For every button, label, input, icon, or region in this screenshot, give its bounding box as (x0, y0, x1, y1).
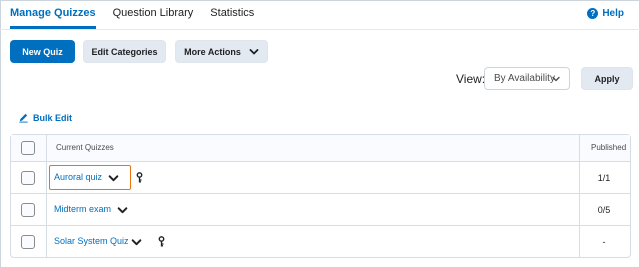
apply-button[interactable]: Apply (581, 67, 633, 90)
key-icon (136, 172, 143, 183)
pencil-icon (19, 113, 28, 123)
column-divider (46, 135, 47, 161)
column-divider (46, 194, 47, 225)
row-checkbox[interactable] (21, 235, 35, 249)
chevron-down-icon[interactable] (108, 173, 119, 184)
select-all-checkbox[interactable] (21, 141, 35, 155)
row-checkbox[interactable] (21, 203, 35, 217)
tab-bar: Manage Quizzes Question Library Statisti… (10, 0, 271, 29)
quiz-link[interactable]: Midterm exam (54, 204, 111, 214)
apply-label: Apply (594, 73, 620, 84)
chevron-down-icon[interactable] (131, 237, 142, 248)
quiz-link[interactable]: Auroral quiz (54, 172, 102, 182)
tab-divider (0, 29, 640, 30)
new-quiz-label: New Quiz (22, 46, 63, 57)
current-quizzes-header: Current Quizzes (56, 143, 114, 152)
column-divider (579, 135, 580, 161)
tab-question-library[interactable]: Question Library (113, 0, 194, 29)
quiz-link[interactable]: Solar System Quiz (54, 236, 129, 246)
chevron-down-icon[interactable] (117, 205, 128, 216)
tab-manage-quizzes[interactable]: Manage Quizzes (10, 0, 96, 29)
help-link[interactable]: ? Help (587, 8, 624, 19)
more-actions-label: More Actions (184, 46, 241, 57)
view-label: View: (456, 72, 486, 86)
bulk-edit-link[interactable]: Bulk Edit (18, 112, 72, 123)
table-header-row: Current Quizzes Published (11, 135, 630, 161)
column-divider (46, 162, 47, 193)
published-value: 0/5 (597, 205, 611, 215)
edit-categories-label: Edit Categories (91, 46, 158, 57)
published-value: 1/1 (597, 173, 611, 183)
view-select-value: By Availability (494, 73, 555, 84)
chevron-down-icon (552, 76, 560, 82)
column-divider (46, 226, 47, 257)
table-row: Auroral quiz 1/1 (11, 161, 630, 193)
published-value: - (602, 237, 606, 247)
new-quiz-button[interactable]: New Quiz (10, 40, 75, 63)
bulk-edit-label: Bulk Edit (33, 112, 73, 123)
edit-categories-button[interactable]: Edit Categories (83, 40, 166, 63)
tab-statistics[interactable]: Statistics (210, 0, 254, 29)
help-label: Help (602, 8, 624, 19)
chevron-down-icon (249, 48, 259, 54)
key-icon (158, 236, 165, 247)
view-select[interactable]: By Availability (484, 67, 570, 90)
row-checkbox[interactable] (21, 171, 35, 185)
more-actions-button[interactable]: More Actions (175, 40, 268, 63)
help-circle-icon: ? (587, 8, 599, 19)
quizzes-table: Current Quizzes Published Auroral quiz 1… (10, 134, 631, 258)
table-row: Midterm exam 0/5 (11, 193, 630, 225)
published-header: Published (591, 143, 627, 152)
table-row: Solar System Quiz - (11, 225, 630, 257)
